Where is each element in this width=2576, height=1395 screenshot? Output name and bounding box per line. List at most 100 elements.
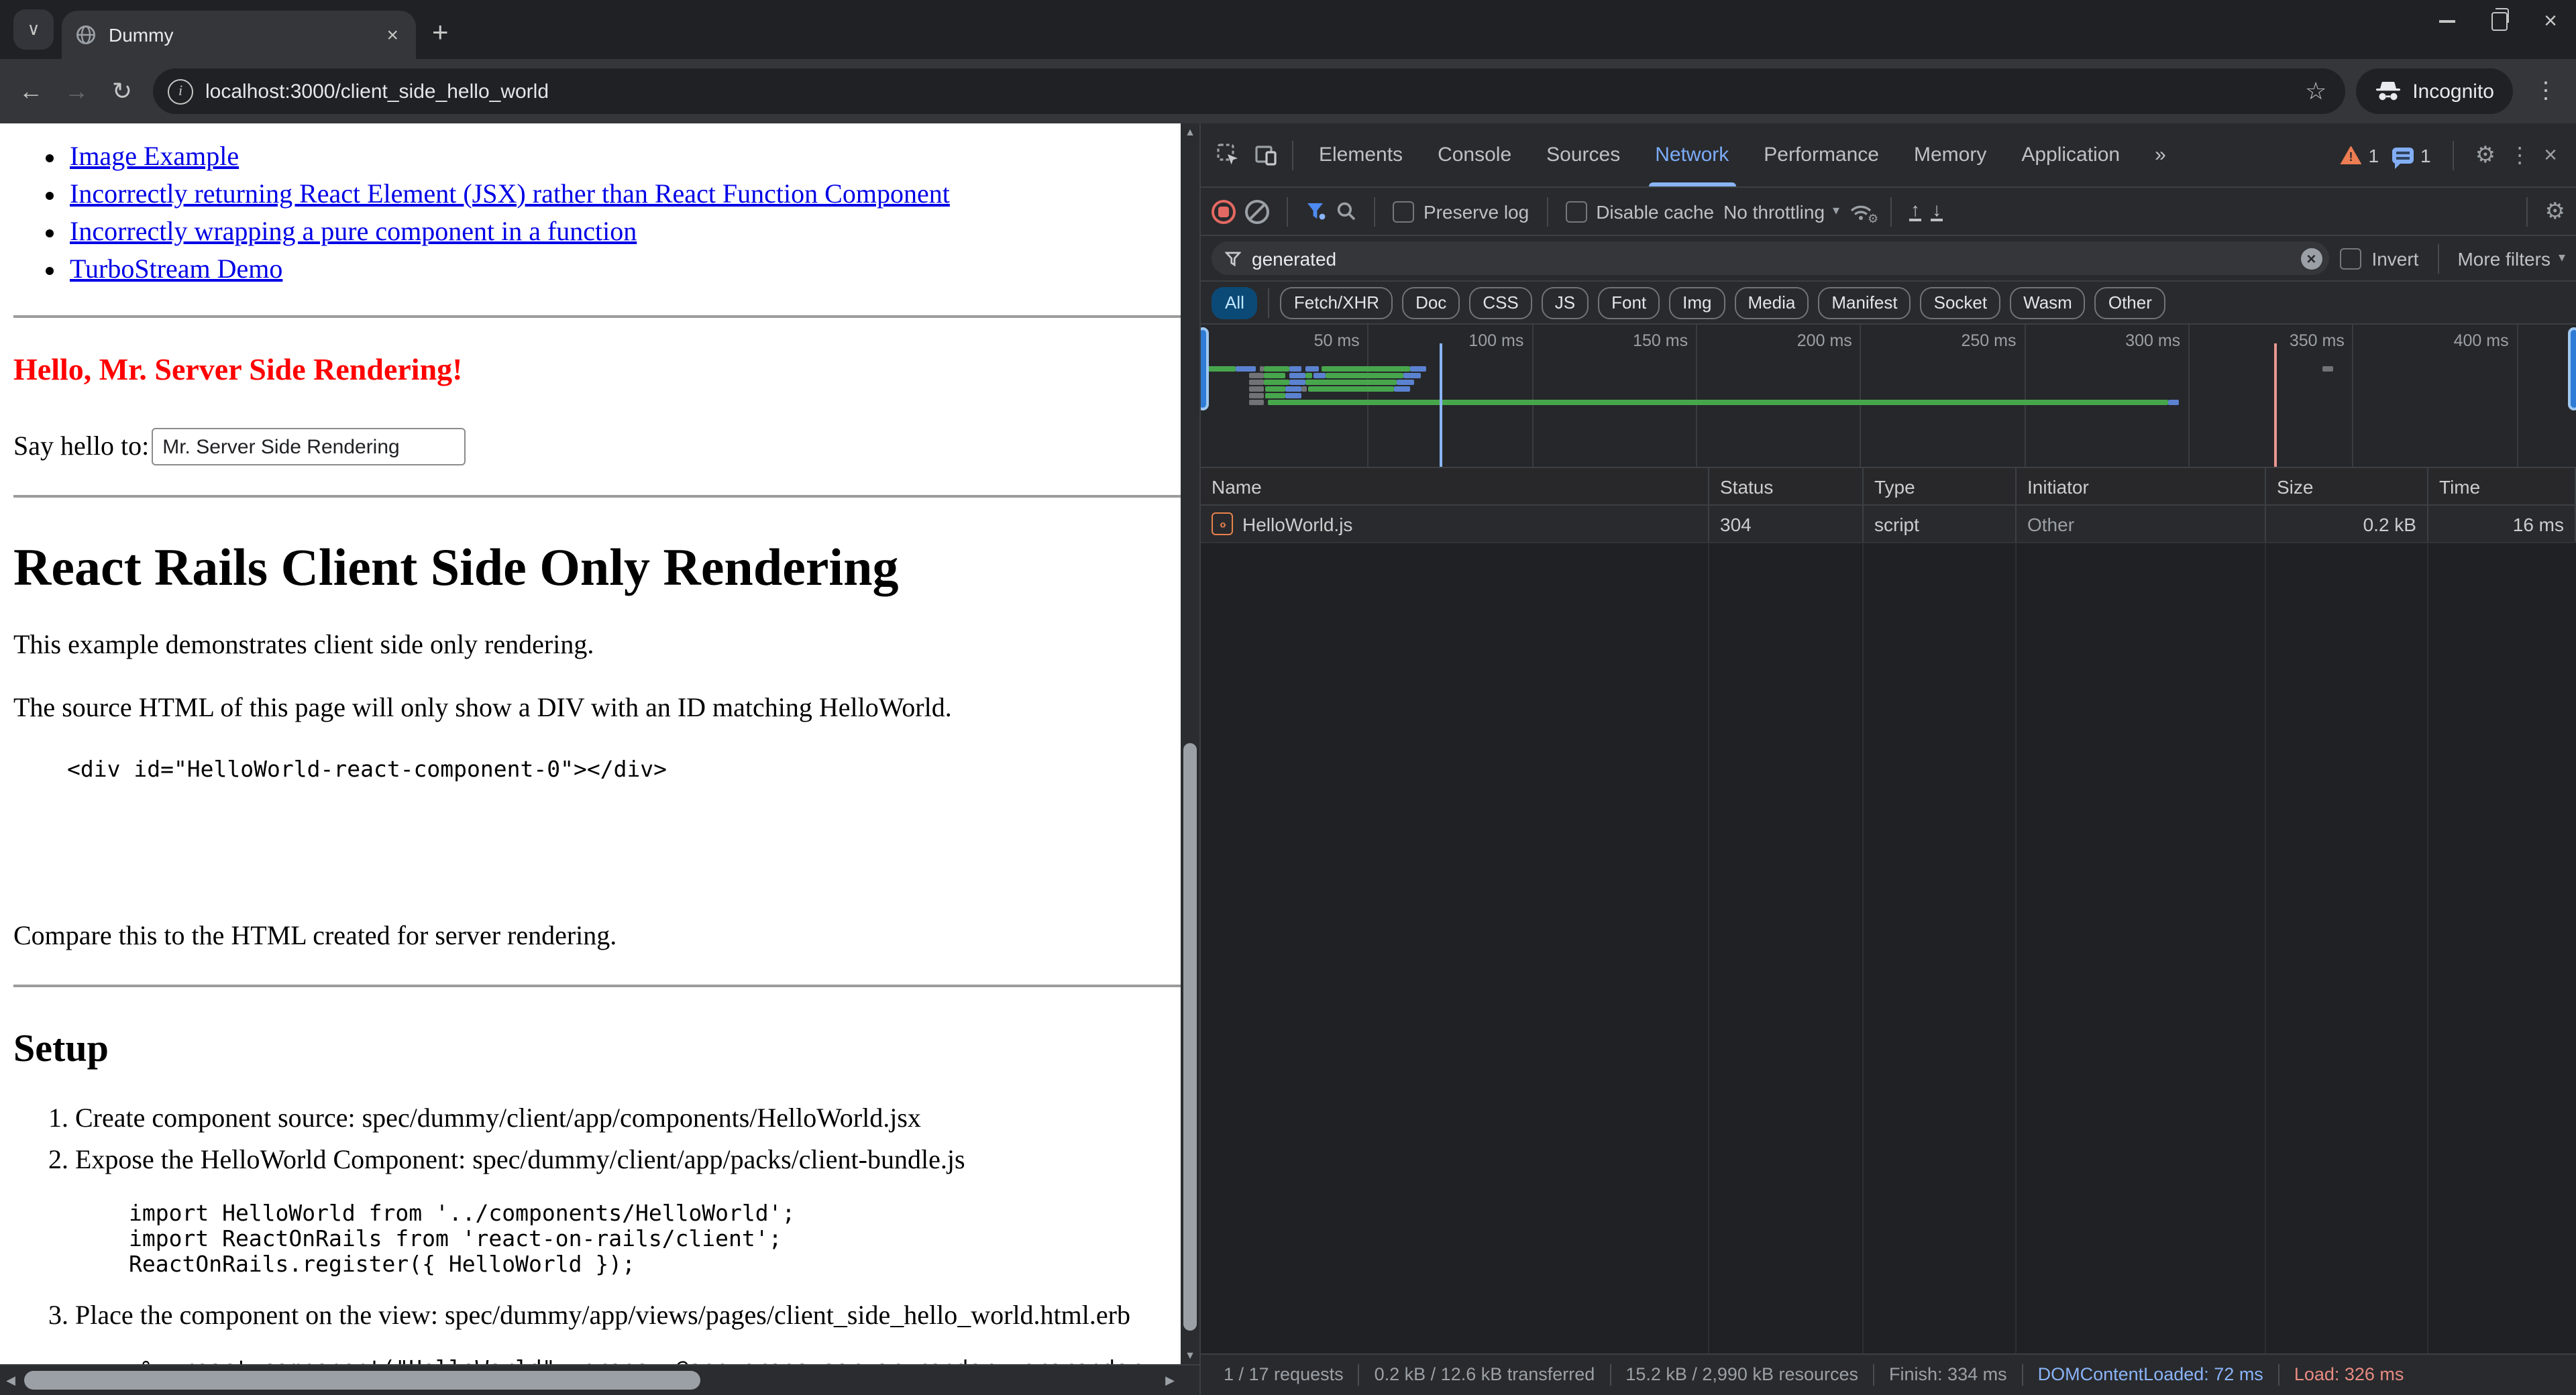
filter-funnel-icon[interactable] bbox=[1305, 201, 1327, 221]
throttling-dropdown[interactable]: No throttling ▾ bbox=[1723, 201, 1839, 222]
browser-menu-kebab-icon[interactable]: ⋮ bbox=[2526, 78, 2565, 105]
chip-all[interactable]: All bbox=[1212, 286, 1258, 319]
link-image-example[interactable]: Image Example bbox=[70, 142, 239, 172]
column-header-name[interactable]: Name bbox=[1201, 468, 1709, 504]
clear-filter-icon[interactable]: × bbox=[2300, 247, 2322, 269]
search-icon[interactable] bbox=[1336, 201, 1356, 221]
chip-doc[interactable]: Doc bbox=[1402, 286, 1460, 319]
link-turbostream-demo[interactable]: TurboStream Demo bbox=[70, 255, 282, 284]
console-message-icon[interactable] bbox=[2392, 147, 2414, 163]
window-minimize-button[interactable] bbox=[2439, 20, 2455, 23]
more-filters-dropdown[interactable]: More filters ▾ bbox=[2457, 247, 2565, 269]
reload-button[interactable]: ↻ bbox=[102, 71, 142, 111]
devtools-settings-gear-icon[interactable]: ⚙ bbox=[2475, 142, 2496, 168]
disable-cache-checkbox[interactable] bbox=[1565, 201, 1587, 222]
tab-console[interactable]: Console bbox=[1420, 123, 1529, 186]
chip-media[interactable]: Media bbox=[1735, 286, 1809, 319]
chip-fetch-xhr[interactable]: Fetch/XHR bbox=[1281, 286, 1393, 319]
tab-application[interactable]: Application bbox=[2004, 123, 2137, 186]
requests-table-body[interactable] bbox=[1201, 543, 2576, 1353]
vertical-scroll-thumb[interactable] bbox=[1183, 743, 1197, 1331]
request-initiator-cell: Other bbox=[2017, 506, 2266, 542]
filter-input[interactable]: generated × bbox=[1212, 241, 2328, 275]
url-text[interactable]: localhost:3000/client_side_hello_world bbox=[205, 80, 2294, 103]
tab-search-button[interactable]: ∨ bbox=[13, 9, 54, 50]
network-settings-gear-icon[interactable]: ⚙ bbox=[2545, 198, 2566, 225]
devtools-close-icon[interactable]: × bbox=[2544, 142, 2557, 168]
chip-manifest[interactable]: Manifest bbox=[1818, 286, 1911, 319]
devtools-menu-kebab-icon[interactable]: ⋮ bbox=[2509, 142, 2530, 168]
table-row[interactable]: ‹› HelloWorld.js 304 script Other 0.2 kB… bbox=[1201, 506, 2576, 543]
link-incorrect-wrapping[interactable]: Incorrectly wrapping a pure component in… bbox=[70, 217, 637, 247]
scroll-down-icon[interactable]: ▼ bbox=[1181, 1347, 1199, 1365]
list-item: Incorrectly wrapping a pure component in… bbox=[70, 217, 1195, 248]
back-button[interactable]: ← bbox=[11, 71, 51, 111]
say-hello-label: Say hello to: bbox=[13, 431, 149, 462]
more-filters-label: More filters bbox=[2457, 247, 2550, 269]
window-close-button[interactable]: × bbox=[2544, 13, 2557, 30]
browser-tab[interactable]: Dummy × bbox=[62, 11, 416, 59]
column-header-initiator[interactable]: Initiator bbox=[2017, 468, 2266, 504]
page-horizontal-scrollbar[interactable]: ◀ ▶ bbox=[0, 1364, 1199, 1395]
link-incorrect-react-element[interactable]: Incorrectly returning React Element (JSX… bbox=[70, 180, 950, 209]
overview-left-handle[interactable] bbox=[1201, 327, 1209, 410]
window-restore-button[interactable] bbox=[2491, 12, 2508, 31]
chevron-down-icon: ▾ bbox=[1833, 204, 1839, 219]
column-header-status[interactable]: Status bbox=[1709, 468, 1864, 504]
column-header-size[interactable]: Size bbox=[2266, 468, 2428, 504]
scroll-up-icon[interactable]: ▲ bbox=[1181, 123, 1199, 142]
waterfall-bar-segment bbox=[1250, 400, 1265, 405]
tab-close-icon[interactable]: × bbox=[382, 23, 402, 46]
page-vertical-scrollbar[interactable]: ▲ ▼ bbox=[1181, 123, 1199, 1365]
tab-title: Dummy bbox=[109, 24, 382, 46]
chip-wasm[interactable]: Wasm bbox=[2010, 286, 2086, 319]
disable-cache-label[interactable]: Disable cache bbox=[1596, 201, 1714, 222]
scroll-left-icon[interactable]: ◀ bbox=[0, 1365, 21, 1395]
site-info-icon[interactable]: i bbox=[168, 78, 193, 104]
tab-strip: ∨ Dummy × + × bbox=[0, 0, 2576, 59]
network-overview-timeline[interactable]: 50 ms100 ms150 ms200 ms250 ms300 ms350 m… bbox=[1201, 325, 2576, 468]
tab-network[interactable]: Network bbox=[1638, 123, 1746, 186]
preserve-log-checkbox[interactable] bbox=[1393, 201, 1414, 222]
record-network-log-button[interactable] bbox=[1212, 199, 1236, 223]
chip-js[interactable]: JS bbox=[1542, 286, 1589, 319]
import-har-icon[interactable]: ↑ bbox=[1909, 201, 1921, 221]
chip-img[interactable]: Img bbox=[1669, 286, 1725, 319]
chip-css[interactable]: CSS bbox=[1469, 286, 1532, 319]
bookmark-star-icon[interactable]: ☆ bbox=[2294, 77, 2337, 105]
column-header-time[interactable]: Time bbox=[2428, 468, 2576, 504]
clear-network-log-icon[interactable] bbox=[1245, 199, 1269, 223]
device-toolbar-icon[interactable] bbox=[1246, 137, 1284, 172]
export-har-icon[interactable]: ↓ bbox=[1931, 201, 1943, 221]
waterfall-bar-segment bbox=[1397, 380, 1413, 385]
horizontal-scroll-thumb[interactable] bbox=[24, 1371, 700, 1390]
name-input[interactable] bbox=[152, 428, 466, 465]
overview-right-handle[interactable] bbox=[2568, 327, 2576, 410]
page-title: React Rails Client Side Only Rendering bbox=[13, 538, 1195, 598]
more-tabs-icon[interactable]: » bbox=[2137, 123, 2184, 186]
tab-elements[interactable]: Elements bbox=[1301, 123, 1420, 186]
invert-checkbox[interactable] bbox=[2339, 247, 2361, 269]
column-header-type[interactable]: Type bbox=[1864, 468, 2017, 504]
filter-input-value[interactable]: generated bbox=[1252, 247, 2290, 269]
new-tab-button[interactable]: + bbox=[432, 17, 449, 50]
chip-socket[interactable]: Socket bbox=[1921, 286, 2001, 319]
chip-other[interactable]: Other bbox=[2095, 286, 2165, 319]
waterfall-bar-segment bbox=[1289, 373, 1305, 378]
request-time-cell: 16 ms bbox=[2428, 506, 2576, 542]
list-item: Expose the HelloWorld Component: spec/du… bbox=[75, 1146, 1195, 1277]
tab-sources[interactable]: Sources bbox=[1529, 123, 1638, 186]
warning-icon[interactable]: ! bbox=[2340, 146, 2361, 164]
url-bar[interactable]: i localhost:3000/client_side_hello_world… bbox=[153, 68, 2345, 114]
network-conditions-icon[interactable]: ⚙ bbox=[1849, 202, 1873, 221]
forward-button[interactable]: → bbox=[56, 71, 97, 111]
tab-memory[interactable]: Memory bbox=[1896, 123, 2004, 186]
chip-font[interactable]: Font bbox=[1598, 286, 1660, 319]
inspect-element-icon[interactable] bbox=[1209, 137, 1246, 172]
preserve-log-label[interactable]: Preserve log bbox=[1424, 201, 1529, 222]
tab-performance[interactable]: Performance bbox=[1746, 123, 1896, 186]
invert-label[interactable]: Invert bbox=[2371, 247, 2418, 269]
scroll-right-icon[interactable]: ▶ bbox=[1159, 1365, 1181, 1395]
divider bbox=[13, 985, 1195, 987]
funnel-icon bbox=[1225, 250, 1241, 266]
